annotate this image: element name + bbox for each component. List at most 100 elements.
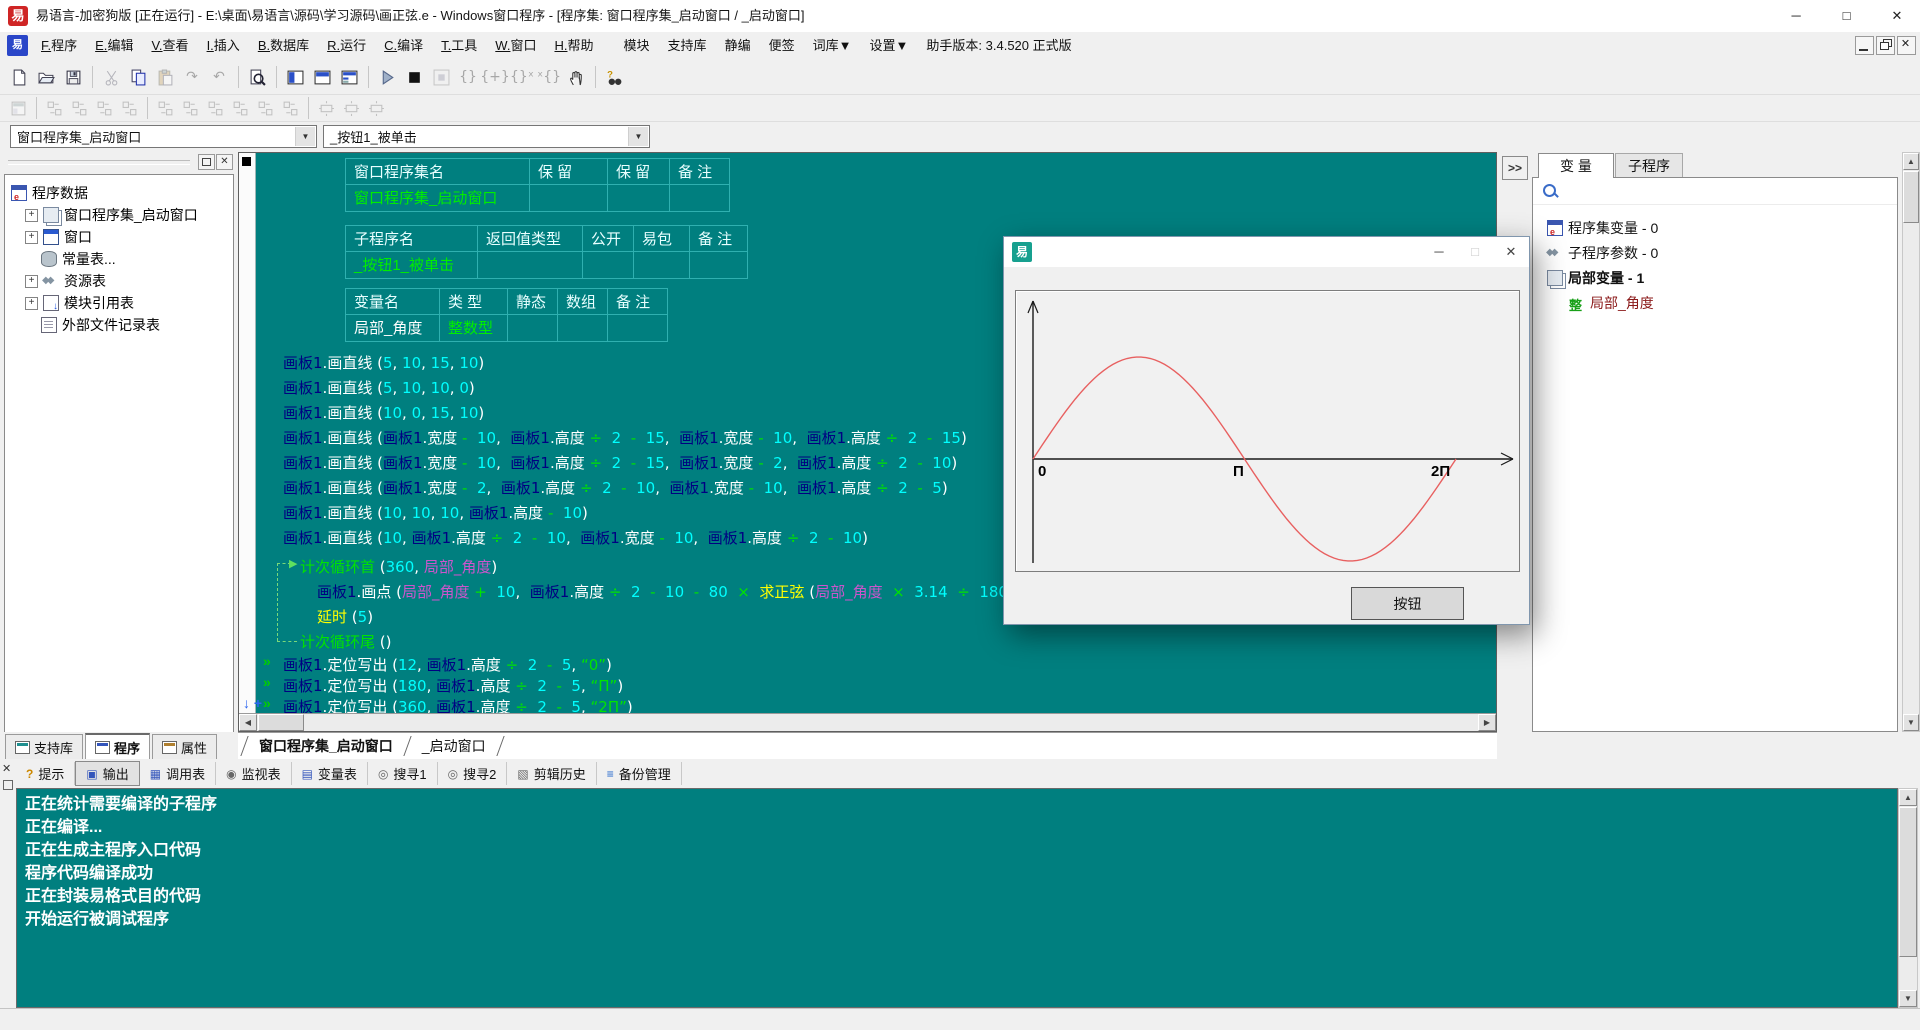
right-tab-subroutines[interactable]: 子程序 <box>1615 153 1683 178</box>
scroll-left-icon[interactable]: ◀ <box>239 714 257 731</box>
table-cell[interactable]: _按钮1_被单击 <box>345 252 478 279</box>
table-cell[interactable] <box>508 315 558 342</box>
open-icon[interactable] <box>33 64 59 90</box>
output-tab-7[interactable]: ▧剪辑历史 <box>507 762 596 785</box>
table-header-cell[interactable]: 备 注 <box>608 288 668 315</box>
float-panel-button[interactable] <box>198 154 215 170</box>
menu-item-1[interactable]: E.编辑 <box>86 32 142 60</box>
tree-item[interactable]: +窗口 <box>25 227 92 247</box>
table-header-cell[interactable]: 静态 <box>508 288 558 315</box>
table-cell[interactable] <box>690 252 748 279</box>
scroll-down-icon[interactable]: ▼ <box>1903 714 1919 731</box>
expander-icon[interactable]: + <box>25 275 38 288</box>
table-cell[interactable] <box>530 185 608 212</box>
find-icon[interactable] <box>244 64 270 90</box>
close-panel-button[interactable] <box>216 154 233 170</box>
table-cell[interactable] <box>670 185 730 212</box>
menu-item-12[interactable]: 静编 <box>716 32 760 60</box>
expander-icon[interactable]: + <box>25 231 38 244</box>
menu-item-7[interactable]: T.工具 <box>432 32 486 60</box>
scroll-thumb[interactable] <box>258 714 304 731</box>
variable-tree-item[interactable]: 局部_角度 <box>1569 293 1654 313</box>
output-tab-0[interactable]: ?提示 <box>16 762 75 785</box>
tree-item-root[interactable]: 程序数据 <box>11 183 88 203</box>
table-cell[interactable] <box>608 315 668 342</box>
code-h-scrollbar[interactable]: ◀▶ <box>239 713 1496 731</box>
side-tab-0[interactable]: 支持库 <box>5 734 83 759</box>
layout-top-icon[interactable] <box>309 64 335 90</box>
assembly-combobox[interactable]: 窗口程序集_启动窗口 ▼ <box>10 125 317 148</box>
menu-item-11[interactable]: 支持库 <box>659 32 716 60</box>
menu-item-6[interactable]: C.编译 <box>375 32 432 60</box>
dock-handle[interactable] <box>8 160 190 165</box>
new-icon[interactable] <box>6 64 32 90</box>
scroll-right-icon[interactable]: ▶ <box>1478 714 1496 731</box>
table-header-cell[interactable]: 备 注 <box>670 158 730 185</box>
table-header-cell[interactable]: 保 留 <box>530 158 608 185</box>
save-icon[interactable] <box>60 64 86 90</box>
output-tab-5[interactable]: ◎搜寻1 <box>368 762 438 785</box>
table-cell[interactable] <box>558 315 608 342</box>
side-tab-2[interactable]: 属性 <box>152 734 217 759</box>
table-cell[interactable] <box>608 185 670 212</box>
chevron-down-icon[interactable]: ▼ <box>295 127 315 146</box>
mdi-minimize-icon[interactable] <box>1855 36 1874 55</box>
expander-icon[interactable]: + <box>25 297 38 310</box>
output-tab-4[interactable]: ▤变量表 <box>292 762 368 785</box>
runtime-close-button[interactable]: ✕ <box>1493 237 1529 267</box>
layout-left-icon[interactable] <box>282 64 308 90</box>
variable-tree-item[interactable]: 程序集变量 - 0 <box>1547 218 1658 238</box>
maximize-button[interactable]: □ <box>1824 0 1870 32</box>
table-header-cell[interactable]: 子程序名 <box>345 225 478 252</box>
close-output-icon[interactable]: ✕ <box>2 762 11 775</box>
menu-item-9[interactable]: H.帮助 <box>545 32 602 60</box>
code-line[interactable]: 画板1.画直线 (画板1.宽度 - 2, 画板1.高度 ÷ 2 - 10, 画板… <box>283 477 948 498</box>
find-next-icon[interactable]: ? <box>601 64 627 90</box>
output-v-scrollbar[interactable]: ▲▼ <box>1898 788 1918 1008</box>
table-header-cell[interactable]: 窗口程序集名 <box>345 158 530 185</box>
table-header-cell[interactable]: 数组 <box>558 288 608 315</box>
tree-item[interactable]: +窗口程序集_启动窗口 <box>25 205 198 225</box>
tree-item[interactable]: +模块引用表 <box>25 293 134 313</box>
table-header-cell[interactable]: 易包 <box>634 225 690 252</box>
scroll-up-icon[interactable]: ▲ <box>1899 789 1917 806</box>
code-line[interactable]: 画板1.定位写出 (12, 画板1.高度 ÷ 2 - 5, “0”) <box>283 654 612 675</box>
menu-item-13[interactable]: 便签 <box>760 32 804 60</box>
output-console[interactable]: 正在统计需要编译的子程序正在编译...正在生成主程序入口代码程序代码编译成功正在… <box>16 788 1898 1008</box>
scroll-thumb[interactable] <box>1903 171 1919 223</box>
stop-icon[interactable] <box>401 64 427 90</box>
code-line[interactable]: 画板1.画直线 (10, 画板1.高度 ÷ 2 - 10, 画板1.宽度 - 1… <box>283 527 868 548</box>
tree-item[interactable]: 外部文件记录表 <box>25 315 160 335</box>
code-line[interactable]: 画板1.画直线 (10, 0, 15, 10) <box>283 402 484 423</box>
document-tab-1[interactable]: _启动窗口 <box>414 736 494 756</box>
output-tab-6[interactable]: ◎搜寻2 <box>438 762 508 785</box>
code-line[interactable]: 画板1.定位写出 (180, 画板1.高度 ÷ 2 - 5, “Π”) <box>283 675 623 696</box>
table-cell[interactable] <box>634 252 690 279</box>
close-button[interactable]: ✕ <box>1874 0 1920 32</box>
pin-icon[interactable] <box>3 780 13 790</box>
scroll-up-icon[interactable]: ▲ <box>1903 153 1919 170</box>
code-line[interactable]: 画板1.画点 (局部_角度 + 10, 画板1.高度 ÷ 2 - 10 - 80… <box>317 581 1039 602</box>
table-header-cell[interactable]: 类 型 <box>440 288 508 315</box>
main-v-scrollbar[interactable]: ▲▼ <box>1902 152 1920 732</box>
collapse-panel-button[interactable]: >> <box>1502 156 1528 180</box>
menu-item-15[interactable]: 设置▼ <box>861 32 918 60</box>
scroll-thumb[interactable] <box>1899 807 1917 957</box>
code-line[interactable]: 画板1.画直线 (5, 10, 15, 10) <box>283 352 484 373</box>
code-line[interactable]: 画板1.画直线 (画板1.宽度 - 10, 画板1.高度 ÷ 2 - 15, 画… <box>283 427 967 448</box>
menu-item-3[interactable]: I.插入 <box>198 32 249 60</box>
tree-item[interactable]: 常量表... <box>25 249 116 269</box>
expander-icon[interactable]: + <box>25 209 38 222</box>
table-header-cell[interactable]: 变量名 <box>345 288 440 315</box>
table-cell[interactable] <box>583 252 634 279</box>
mdi-close-icon[interactable] <box>1897 36 1916 55</box>
variable-tree-item[interactable]: 子程序参数 - 0 <box>1547 243 1658 263</box>
menu-item-14[interactable]: 词库▼ <box>804 32 861 60</box>
table-header-cell[interactable]: 返回值类型 <box>478 225 583 252</box>
menu-item-10[interactable]: 模块 <box>615 32 659 60</box>
hand-icon[interactable] <box>563 64 589 90</box>
subroutine-combobox[interactable]: _按钮1_被单击 ▼ <box>323 125 650 148</box>
code-line[interactable]: 计次循环尾 () <box>300 631 392 652</box>
copy-icon[interactable] <box>125 64 151 90</box>
variable-tree-item[interactable]: 局部变量 - 1 <box>1547 268 1644 288</box>
